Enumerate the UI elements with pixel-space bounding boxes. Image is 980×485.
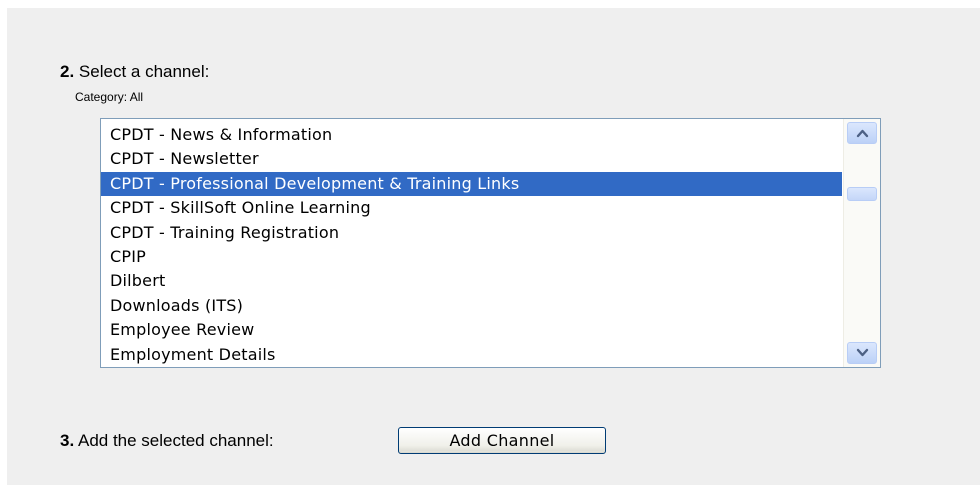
chevron-up-icon — [856, 129, 869, 138]
step-3-heading: 3. Add the selected channel: — [60, 431, 274, 451]
scrollbar-thumb[interactable] — [847, 186, 877, 201]
category-label: Category: All — [75, 90, 144, 104]
channel-option[interactable]: CPDT - Professional Development & Traini… — [101, 171, 842, 197]
scroll-down-button[interactable] — [847, 342, 877, 364]
channel-option[interactable]: Employment Details — [101, 343, 842, 367]
step-2-label: Select a channel: — [78, 62, 210, 81]
channel-listbox[interactable]: CPDT - News & Information CPDT - Newslet… — [100, 118, 881, 368]
channel-option[interactable]: CPDT - News & Information — [101, 123, 842, 147]
channel-option[interactable]: Employee Review — [101, 318, 842, 342]
channel-option[interactable]: CPIP — [101, 245, 842, 269]
listbox-scrollbar[interactable] — [843, 119, 880, 367]
step-3-label: Add the selected channel: — [77, 431, 274, 450]
channel-option[interactable]: Dilbert — [101, 269, 842, 293]
channel-option[interactable]: Downloads (ITS) — [101, 294, 842, 318]
step-3-number: 3. — [60, 431, 75, 450]
step-2-heading: 2. Select a channel: — [60, 62, 209, 82]
step-2-number: 2. — [60, 62, 75, 81]
channel-options: CPDT - News & Information CPDT - Newslet… — [101, 123, 842, 367]
add-channel-button[interactable]: Add Channel — [398, 427, 606, 454]
scroll-up-button[interactable] — [847, 122, 877, 144]
channel-option[interactable]: CPDT - Training Registration — [101, 221, 842, 245]
chevron-down-icon — [856, 348, 869, 357]
channel-option[interactable]: CPDT - SkillSoft Online Learning — [101, 196, 842, 220]
channel-option[interactable]: CPDT - Newsletter — [101, 147, 842, 171]
